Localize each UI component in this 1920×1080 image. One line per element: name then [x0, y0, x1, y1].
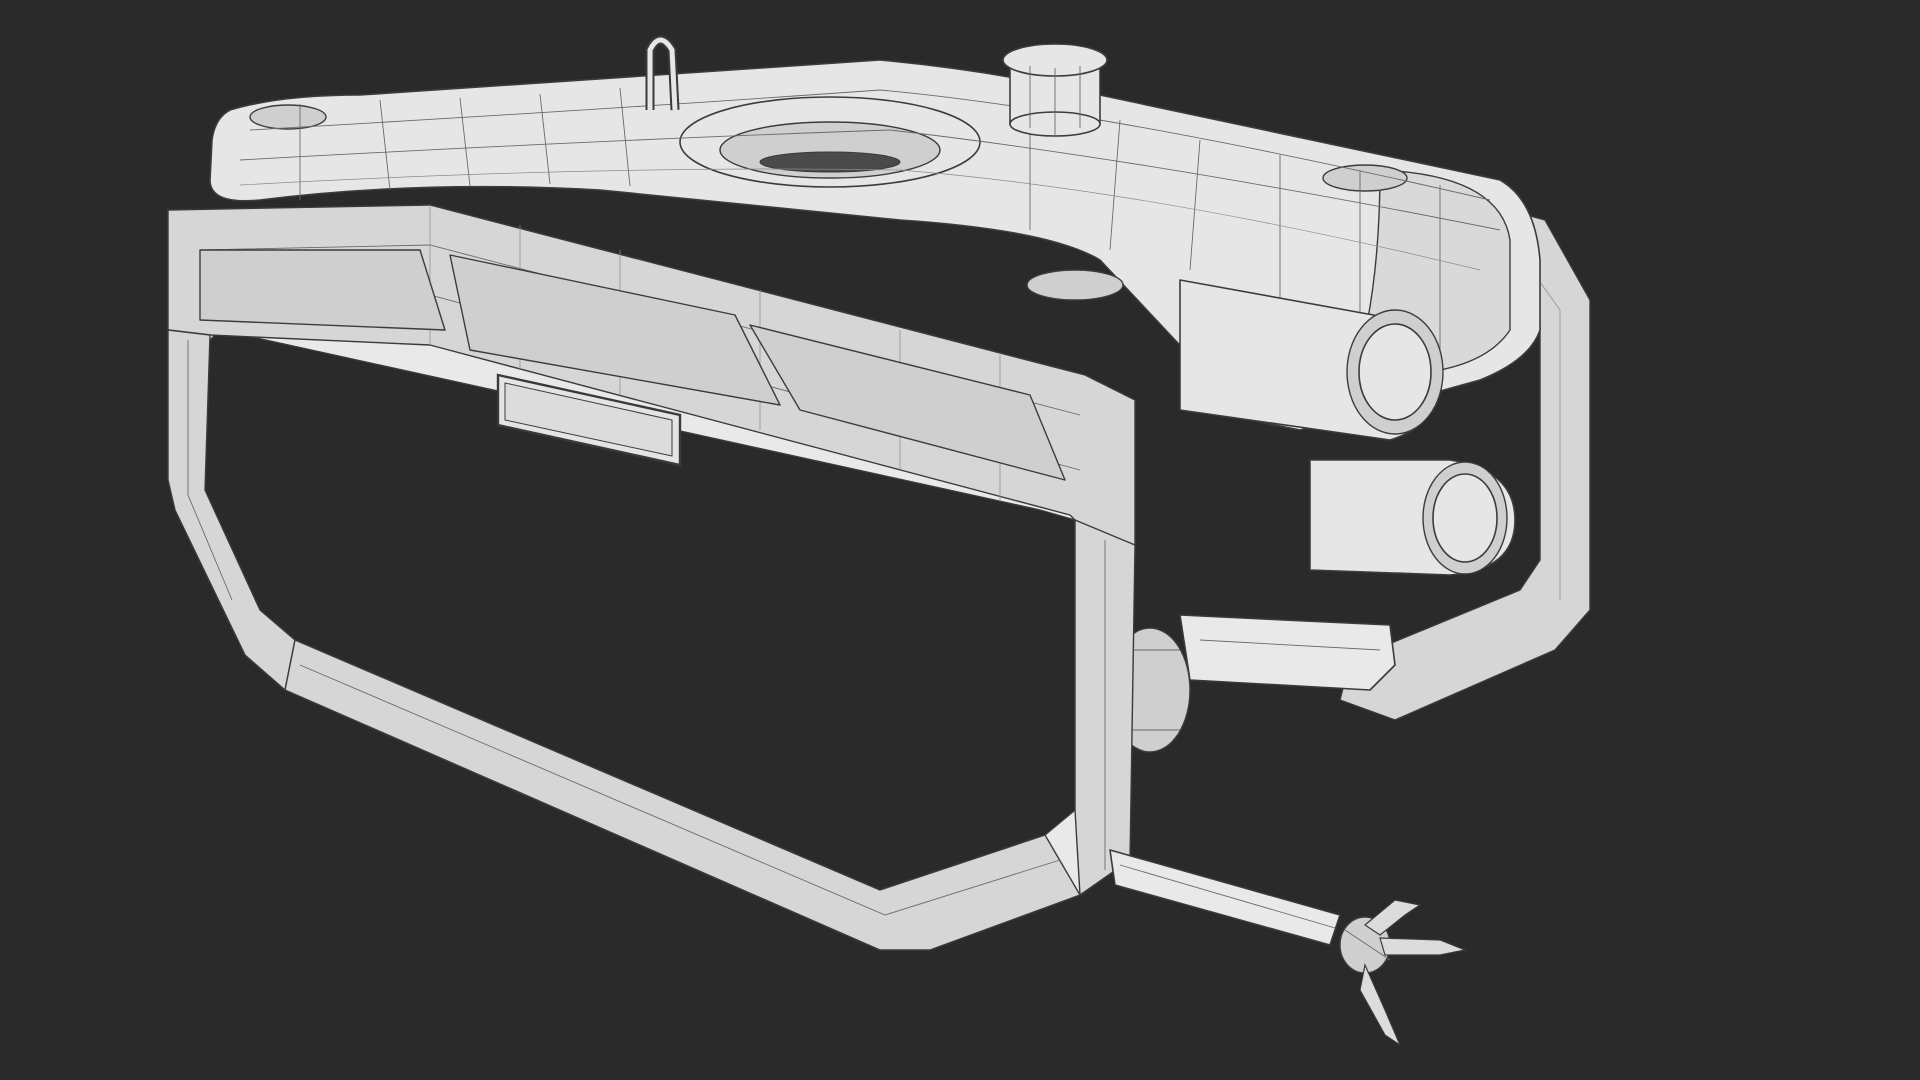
front-frame	[167, 204, 1136, 951]
cap-front	[1026, 269, 1124, 301]
claw-finger-mid	[1379, 937, 1468, 956]
cap-left	[249, 104, 327, 130]
claw-finger-top	[1363, 899, 1422, 936]
manipulator-arm	[1109, 849, 1468, 1047]
render-viewport	[0, 0, 1920, 1080]
claw-finger-bottom	[1359, 963, 1402, 1047]
rov-model	[167, 35, 1591, 1047]
top-cylinder	[1002, 43, 1108, 137]
